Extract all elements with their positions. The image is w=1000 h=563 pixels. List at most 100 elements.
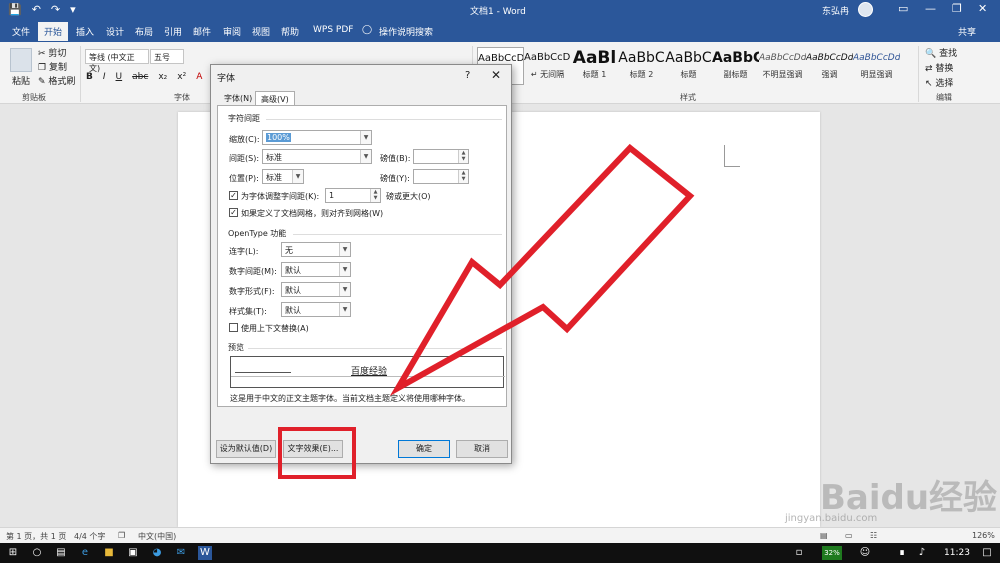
tab-help[interactable]: 帮助: [281, 25, 299, 38]
chevron-down-icon[interactable]: ▼: [339, 283, 350, 296]
battery-level[interactable]: 32%: [822, 546, 842, 560]
windows-start-icon[interactable]: ⊞: [6, 546, 20, 560]
tab-layout[interactable]: 布局: [135, 25, 153, 38]
clock[interactable]: 11:23: [942, 546, 972, 560]
number-forms-select[interactable]: 默认 ▼: [281, 282, 351, 297]
word-icon[interactable]: W: [198, 546, 212, 560]
font-color-button[interactable]: A: [196, 72, 202, 82]
tab-font[interactable]: 字体(N): [219, 91, 257, 106]
spacing-by-spinner[interactable]: ▲ ▼: [413, 149, 469, 164]
battery-icon[interactable]: ▫: [792, 546, 806, 560]
tab-references[interactable]: 引用: [164, 25, 182, 38]
file-explorer-icon[interactable]: ■: [102, 546, 116, 560]
tab-wps-pdf[interactable]: WPS PDF: [313, 25, 353, 35]
avatar[interactable]: [858, 2, 873, 17]
tab-review[interactable]: 审阅: [223, 25, 241, 38]
snap-to-grid-checkbox[interactable]: ✓: [229, 208, 238, 217]
chevron-down-icon[interactable]: ▼: [292, 170, 303, 183]
chevron-down-icon[interactable]: ▼: [339, 303, 350, 316]
tab-design[interactable]: 设计: [106, 25, 124, 38]
close-icon[interactable]: ✕: [978, 2, 987, 15]
language[interactable]: 中文(中国): [138, 531, 176, 542]
paste-button-label[interactable]: 粘贴: [12, 74, 30, 87]
underline-button[interactable]: U: [116, 72, 123, 82]
select-button[interactable]: ↖ 选择: [925, 76, 953, 89]
ribbon-display-icon[interactable]: ▭: [898, 2, 908, 15]
notification-icon[interactable]: □: [980, 546, 994, 560]
spacing-select[interactable]: 标准 ▼: [262, 149, 372, 164]
subscript-button[interactable]: x₂: [158, 72, 167, 82]
people-icon[interactable]: ☺: [858, 546, 872, 560]
superscript-button[interactable]: x²: [177, 72, 186, 82]
style-tile[interactable]: AaBbC 标题 2: [618, 47, 665, 85]
chevron-down-icon[interactable]: ▼: [339, 243, 350, 256]
zoom-level[interactable]: 126%: [972, 531, 995, 540]
style-tile[interactable]: AaBbCcDd ↵ 无间隔: [524, 47, 571, 85]
user-name[interactable]: 东弘冉: [822, 4, 849, 17]
mail-icon[interactable]: ✉: [174, 546, 188, 560]
read-mode-icon[interactable]: ▤: [820, 531, 828, 540]
tab-file[interactable]: 文件: [12, 25, 30, 38]
page-count[interactable]: 第 1 页，共 1 页: [6, 531, 66, 542]
cancel-button[interactable]: 取消: [456, 440, 508, 458]
close-icon[interactable]: ✕: [491, 68, 501, 82]
scale-select[interactable]: 100% ▼: [262, 130, 372, 145]
proofing-icon[interactable]: ❐: [118, 531, 125, 540]
copy-button[interactable]: ❐ 复制: [38, 60, 67, 73]
style-tile[interactable]: AaBbCcDd 强调: [806, 47, 853, 85]
undo-icon[interactable]: ↶: [32, 3, 41, 16]
paste-icon[interactable]: [10, 48, 32, 72]
search-icon[interactable]: ○: [30, 546, 44, 560]
wifi-icon[interactable]: ∎: [895, 546, 909, 560]
spinner-icon[interactable]: ▲ ▼: [370, 189, 380, 202]
kerning-spinner[interactable]: 1 ▲ ▼: [325, 188, 381, 203]
help-icon[interactable]: ?: [465, 70, 470, 81]
style-tile[interactable]: AaBl 标题 1: [571, 47, 618, 85]
customize-icon[interactable]: ▾: [70, 3, 76, 16]
number-spacing-select[interactable]: 默认 ▼: [281, 262, 351, 277]
style-tile[interactable]: AaBbCcDd 明显强调: [853, 47, 900, 85]
position-by-spinner[interactable]: ▲ ▼: [413, 169, 469, 184]
ok-button[interactable]: 确定: [398, 440, 450, 458]
font-size-select[interactable]: 五号: [150, 49, 184, 64]
volume-icon[interactable]: ♪: [915, 546, 929, 560]
replace-button[interactable]: ⇄ 替换: [925, 61, 953, 74]
maximize-icon[interactable]: ❐: [952, 2, 962, 15]
format-painter-button[interactable]: ✎ 格式刷: [38, 74, 75, 87]
word-count[interactable]: 4/4 个字: [74, 531, 105, 542]
tab-home[interactable]: 开始: [38, 22, 69, 41]
tab-insert[interactable]: 插入: [76, 25, 94, 38]
position-select[interactable]: 标准 ▼: [262, 169, 304, 184]
print-layout-icon[interactable]: ▭: [845, 531, 853, 540]
chevron-down-icon[interactable]: ▼: [339, 263, 350, 276]
task-view-icon[interactable]: ▤: [54, 546, 68, 560]
store-icon[interactable]: ▣: [126, 546, 140, 560]
style-tile[interactable]: AaBbC 副标题: [712, 47, 759, 85]
spinner-icon[interactable]: ▲ ▼: [458, 150, 468, 163]
set-default-button[interactable]: 设为默认值(D): [216, 440, 276, 458]
app-icon[interactable]: ◕: [150, 546, 164, 560]
italic-button[interactable]: I: [103, 72, 106, 82]
font-name-select[interactable]: 等线 (中文正文): [85, 49, 149, 73]
cut-button[interactable]: ✂ 剪切: [38, 46, 66, 59]
find-button[interactable]: 🔍 查找: [925, 46, 957, 59]
contextual-alternates-checkbox[interactable]: [229, 323, 238, 332]
save-icon[interactable]: 💾: [8, 3, 22, 16]
style-tile[interactable]: AaBbC 标题: [665, 47, 712, 85]
bold-button[interactable]: B: [86, 72, 93, 82]
ligatures-select[interactable]: 无 ▼: [281, 242, 351, 257]
spinner-icon[interactable]: ▲ ▼: [458, 170, 468, 183]
strikethrough-button[interactable]: abc: [132, 72, 148, 82]
edge-icon[interactable]: e: [78, 546, 92, 560]
tell-me-search[interactable]: 操作说明搜索: [379, 25, 433, 38]
kerning-checkbox[interactable]: ✓: [229, 191, 238, 200]
tab-view[interactable]: 视图: [252, 25, 270, 38]
tab-advanced[interactable]: 高级(V): [255, 91, 295, 106]
web-layout-icon[interactable]: ☷: [870, 531, 877, 540]
share-button[interactable]: 共享: [958, 25, 976, 38]
chevron-down-icon[interactable]: ▼: [360, 131, 371, 144]
chevron-down-icon[interactable]: ▼: [360, 150, 371, 163]
stylistic-sets-select[interactable]: 默认 ▼: [281, 302, 351, 317]
style-tile[interactable]: AaBbCcDd 不明显强调: [759, 47, 806, 85]
minimize-icon[interactable]: —: [925, 2, 936, 15]
